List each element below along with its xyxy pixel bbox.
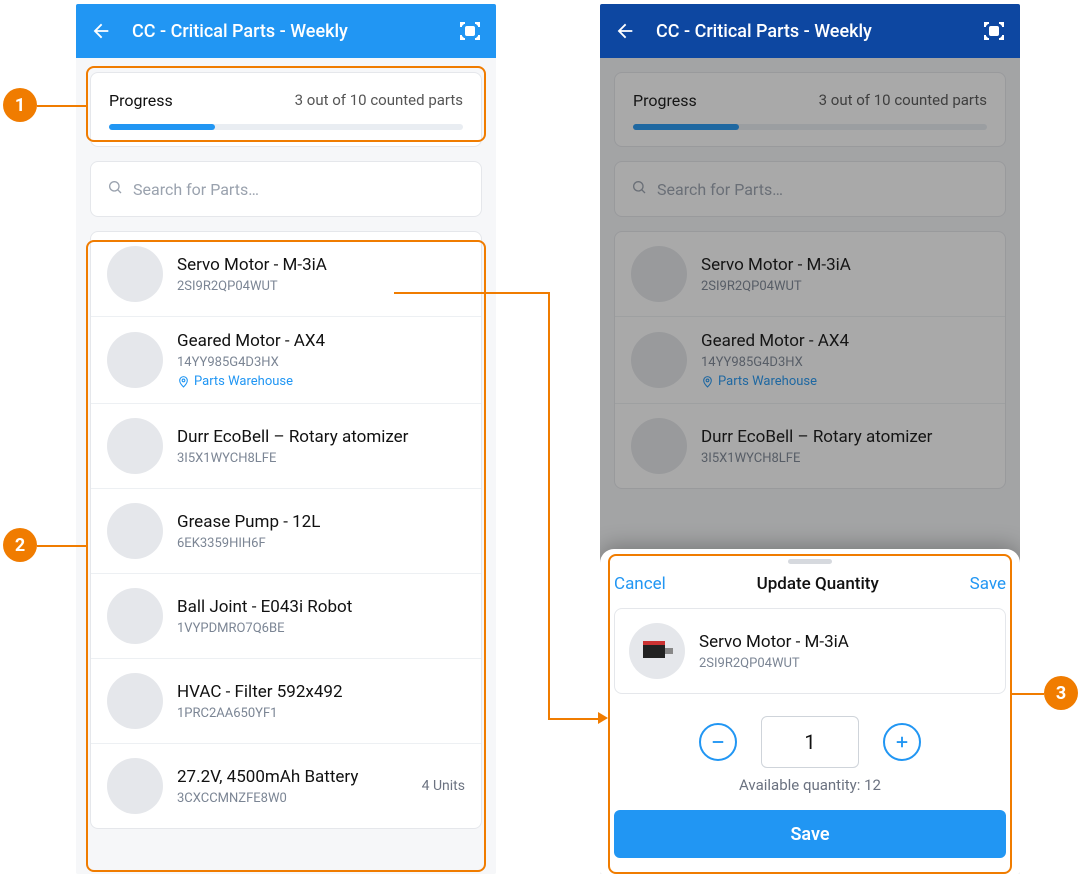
back-icon[interactable] [614,20,636,42]
decrement-button[interactable] [699,723,737,761]
annotation-badge-3: 3 [1044,676,1078,710]
part-code: 2SI9R2QP04WUT [699,656,991,671]
part-thumbnail [107,673,163,729]
part-units: 4 Units [422,778,465,794]
part-name: HVAC - Filter 592x492 [177,682,465,702]
back-icon[interactable] [90,20,112,42]
page-title: CC - Critical Parts - Weekly [132,21,438,42]
annotation-badge-1: 1 [3,88,37,122]
app-bar: CC - Critical Parts - Weekly [600,4,1020,58]
part-thumbnail [107,418,163,474]
annotation-connector [37,545,86,547]
search-placeholder: Search for Parts… [133,180,259,199]
list-item[interactable]: 27.2V, 4500mAh Battery 3CXCCMNZFE8W0 4 Uni… [91,744,481,828]
part-name: Grease Pump - 12L [177,512,465,532]
annotation-connector [548,292,550,718]
quantity-stepper: 1 [614,716,1006,768]
annotation-arrowhead [598,712,608,724]
progress-status: 3 out of 10 counted parts [295,91,463,110]
save-link[interactable]: Save [970,574,1006,594]
save-button[interactable]: Save [614,810,1006,858]
part-thumbnail [107,758,163,814]
available-quantity: Available quantity: 12 [614,776,1006,794]
list-item[interactable]: HVAC - Filter 592x492 1PRC2AA650YF1 [91,659,481,744]
part-code: 3CXCCMNZFE8W0 [177,791,408,806]
part-name: 27.2V, 4500mAh Battery [177,767,408,787]
sheet-title: Update Quantity [757,574,879,594]
part-location: Parts Warehouse [177,374,465,389]
part-thumbnail [107,588,163,644]
scan-icon[interactable] [982,19,1006,43]
quantity-input[interactable]: 1 [761,716,859,768]
update-quantity-sheet: Cancel Update Quantity Save Servo Motor … [600,549,1020,874]
part-name: Servo Motor - M-3iA [177,255,465,275]
part-thumbnail [629,623,685,679]
progress-card: Progress 3 out of 10 counted parts [90,72,482,147]
scan-icon[interactable] [458,19,482,43]
list-item[interactable]: Grease Pump - 12L 6EK3359HIH6F [91,489,481,574]
sheet-grabber[interactable] [788,559,832,564]
part-code: 1PRC2AA650YF1 [177,706,465,721]
part-name: Ball Joint - E043i Robot [177,597,465,617]
list-item[interactable]: Ball Joint - E043i Robot 1VYPDMRO7Q6BE [91,574,481,659]
phone-list-view: CC - Critical Parts - Weekly Progress 3 … [76,4,496,874]
phone-sheet-view: CC - Critical Parts - Weekly Progress 3 … [600,4,1020,874]
progress-bar [109,124,463,130]
app-bar: CC - Critical Parts - Weekly [76,4,496,58]
annotation-badge-2: 2 [3,528,37,562]
part-name: Durr EcoBell – Rotary atomizer [177,427,465,447]
part-name: Servo Motor - M-3iA [699,632,991,652]
annotation-connector [548,718,600,720]
part-code: 1VYPDMRO7Q6BE [177,621,465,636]
list-item[interactable]: Geared Motor - AX4 14YY985G4D3HX Parts War… [91,317,481,404]
part-code: 6EK3359HIH6F [177,536,465,551]
part-thumbnail [107,503,163,559]
selected-part-card: Servo Motor - M-3iA 2SI9R2QP04WUT [614,608,1006,694]
cancel-button[interactable]: Cancel [614,574,666,594]
search-icon [107,179,123,199]
part-location-text: Parts Warehouse [194,374,293,389]
increment-button[interactable] [883,723,921,761]
part-code: 3I5X1WYCH8LFE [177,451,465,466]
part-thumbnail [107,332,163,388]
part-code: 14YY985G4D3HX [177,355,465,370]
progress-label: Progress [109,91,173,110]
page-title: CC - Critical Parts - Weekly [656,21,962,42]
search-input[interactable]: Search for Parts… [90,161,482,217]
annotation-connector [394,292,550,294]
annotation-connector [1012,693,1044,695]
list-item[interactable]: Servo Motor - M-3iA2SI9R2QP04WUT [91,232,481,317]
annotation-connector [37,105,86,107]
part-thumbnail [107,246,163,302]
part-name: Geared Motor - AX4 [177,331,465,351]
list-item[interactable]: Durr EcoBell – Rotary atomizer 3I5X1WYCH8… [91,404,481,489]
parts-list: Servo Motor - M-3iA2SI9R2QP04WUTGeared M… [90,231,482,829]
progress-bar-fill [109,124,215,130]
